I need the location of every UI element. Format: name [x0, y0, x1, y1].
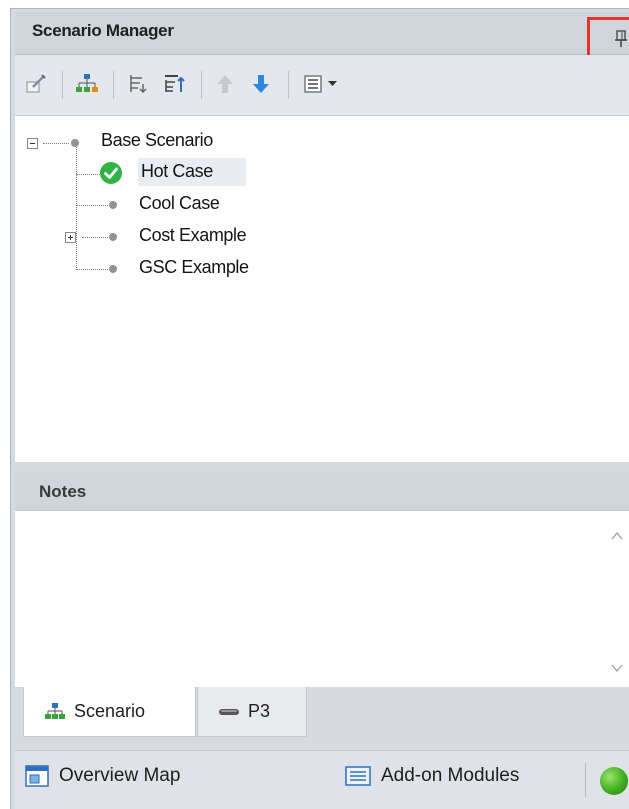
tab-p3[interactable]: P3 — [197, 687, 307, 737]
list-view-icon — [304, 75, 322, 93]
scenario-dot-icon — [109, 233, 117, 241]
scenario-tree-icon — [44, 702, 66, 722]
pipe-icon — [218, 707, 240, 717]
create-child-button[interactable] — [71, 67, 103, 101]
tree-item-base-scenario[interactable]: Base Scenario — [101, 130, 213, 151]
view-options-dropdown[interactable] — [298, 67, 342, 101]
toolbar-separator — [288, 71, 289, 99]
panel-title-bar: Scenario Manager — [15, 12, 629, 61]
tree-item-cost-example[interactable]: Cost Example — [139, 225, 247, 246]
scenario-toolbar — [15, 55, 629, 116]
tab-p3-label: P3 — [248, 701, 271, 721]
scenario-dot-icon — [109, 265, 117, 273]
toolbar-separator — [62, 71, 63, 99]
expand-tree-icon — [130, 75, 147, 94]
active-scenario-check-icon — [100, 162, 122, 184]
edit-icon — [26, 74, 46, 93]
overview-map-label: Overview Map — [59, 765, 181, 786]
tab-scenario[interactable]: Scenario — [23, 687, 196, 737]
scroll-down-icon[interactable] — [611, 663, 623, 673]
tab-scenario-label: Scenario — [74, 701, 146, 721]
tree-connector — [82, 237, 108, 238]
addon-modules-button[interactable]: Add-on Modules — [345, 765, 519, 787]
addon-modules-label: Add-on Modules — [381, 765, 520, 786]
panel-splitter[interactable] — [15, 462, 629, 472]
move-down-button[interactable] — [245, 67, 277, 101]
status-separator — [585, 763, 586, 797]
collapse-toggle[interactable] — [27, 138, 38, 149]
edit-scenario-button[interactable] — [20, 67, 52, 101]
collapse-button[interactable] — [158, 67, 190, 101]
notes-title: Notes — [39, 482, 87, 501]
panel-title: Scenario Manager — [32, 21, 174, 40]
expand-button[interactable] — [122, 67, 154, 101]
tree-connector — [76, 269, 108, 270]
arrow-down-icon — [253, 75, 269, 93]
collapse-tree-icon — [165, 75, 185, 92]
scenario-dot-icon — [109, 201, 117, 209]
tree-connector — [76, 174, 100, 175]
pin-icon — [615, 30, 627, 47]
expand-toggle[interactable] — [65, 232, 76, 243]
move-up-button[interactable] — [209, 67, 241, 101]
addon-modules-icon — [345, 765, 371, 787]
toolbar-separator — [201, 71, 202, 99]
notes-header: Notes — [15, 472, 629, 511]
tree-connector — [76, 205, 108, 206]
scenario-dot-icon — [71, 139, 79, 147]
panel-tab-strip: Scenario P3 — [15, 687, 629, 747]
overview-map-icon — [25, 765, 49, 787]
scroll-up-icon[interactable] — [611, 531, 623, 541]
tree-connector — [76, 143, 77, 270]
notes-textarea[interactable] — [15, 511, 629, 687]
tree-connector — [43, 143, 69, 144]
status-light-icon — [600, 767, 628, 795]
tree-item-cool-case[interactable]: Cool Case — [139, 193, 220, 214]
arrow-up-icon — [217, 75, 233, 93]
overview-map-button[interactable]: Overview Map — [25, 765, 180, 787]
tree-item-gsc-example[interactable]: GSC Example — [139, 257, 249, 278]
tree-add-icon — [76, 74, 98, 92]
tree-item-hot-case[interactable]: Hot Case — [141, 161, 213, 182]
toolbar-separator — [113, 71, 114, 99]
status-bar: Overview Map Add-on Modules — [15, 750, 629, 809]
chevron-down-icon — [328, 81, 337, 86]
scenario-tree: Base Scenario Hot Case Cool Case Cost Ex… — [15, 116, 629, 462]
